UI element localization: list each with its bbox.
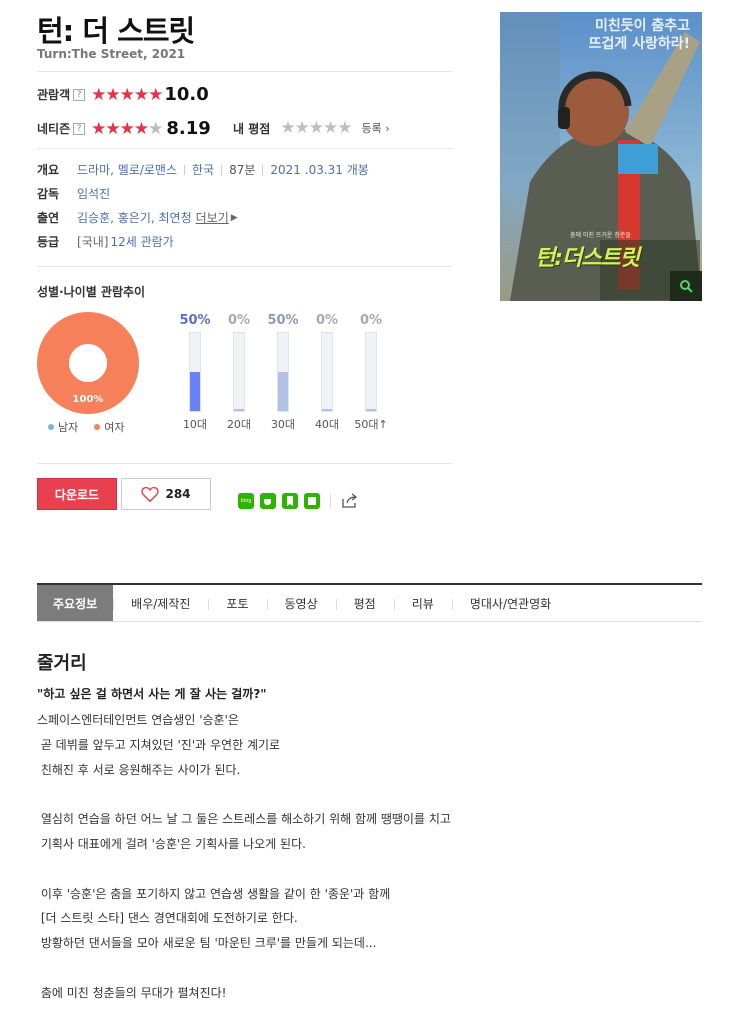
- bookmark-share-icon[interactable]: [282, 493, 298, 509]
- my-rating: 내 평점 ★★★★★ 등록 ›: [233, 118, 390, 138]
- age-percent-label: 0%: [227, 313, 251, 328]
- blog-share-icon[interactable]: blog: [238, 493, 254, 509]
- legend-male: 남자: [48, 419, 78, 435]
- age-column-0: 50% 10대: [175, 313, 215, 432]
- download-button[interactable]: 다운로드: [37, 478, 117, 510]
- gender-legend: 남자 여자: [48, 419, 125, 435]
- grade-row: 등급 [국내] 12세 관람가: [37, 233, 174, 250]
- age-label: 20대: [226, 418, 252, 431]
- audience-score: 10.0: [164, 84, 209, 105]
- caret-right-icon: ▶: [230, 212, 238, 223]
- netizen-rating: 네티즌 ? ★★★★★ 8.19: [37, 118, 211, 139]
- tab-quotes-related[interactable]: 명대사/연관영화: [451, 585, 569, 621]
- age-bar: [189, 332, 201, 412]
- demographics-title: 성별·나이별 관람추이: [37, 285, 146, 299]
- my-rating-stars[interactable]: ★★★★★: [280, 118, 352, 138]
- age-bar-fill: [190, 372, 200, 411]
- audience-stars: ★★★★★: [91, 84, 163, 105]
- cafe-share-icon[interactable]: [260, 493, 276, 509]
- director-link[interactable]: 임석진: [77, 185, 110, 202]
- netizen-stars: ★★★★★: [91, 118, 163, 139]
- my-rating-label: 내 평점: [233, 121, 271, 136]
- director-label: 감독: [37, 187, 60, 201]
- country-link[interactable]: 한국: [192, 161, 214, 178]
- overview-row: 개요 드라마, 멜로/로맨스 한국 87분 2021 .03.31 개봉: [37, 161, 369, 178]
- poster-logo: 턴:더스트릿: [535, 246, 640, 271]
- gender-pie-chart: 100%: [37, 312, 139, 414]
- poster-tagline: 미친듯이 춤추고 뜨겁게 사랑하라!: [588, 18, 690, 52]
- cast-links[interactable]: 김승훈, 홍은기, 최연청: [77, 209, 192, 226]
- grade-prefix: [국내]: [77, 235, 109, 249]
- age-column-3: 0% 40대: [307, 313, 347, 432]
- tab-review[interactable]: 리뷰: [393, 585, 452, 621]
- synopsis-heading: 줄거리: [37, 653, 87, 674]
- overview-label: 개요: [37, 163, 60, 177]
- age-bar: [365, 332, 377, 412]
- netizen-label: 네티즌: [37, 122, 71, 136]
- synopsis-body: 스페이스엔터테인먼트 연습생인 '승훈'은 곧 데뷔를 앞두고 지쳐있던 '진'…: [37, 713, 451, 1000]
- age-column-4: 0% 50대↑: [351, 313, 391, 432]
- synopsis-lead: "하고 싶은 걸 하면서 사는 게 잘 사는 걸까?": [37, 687, 267, 701]
- help-icon[interactable]: ?: [73, 122, 86, 135]
- netizen-score: 8.19: [166, 118, 211, 139]
- share-icon[interactable]: [341, 493, 359, 509]
- audience-label: 관람객: [37, 88, 71, 102]
- cast-more-link[interactable]: 더보기: [196, 209, 229, 226]
- tab-cast-crew[interactable]: 배우/제작진: [113, 585, 208, 621]
- age-bar-fill: [322, 409, 332, 411]
- chevron-right-icon: ›: [385, 122, 390, 135]
- age-bar-chart: 50% 10대 0% 20대 50% 30대 0% 40대 0% 50대↑: [175, 313, 391, 432]
- director-row: 감독 임석진: [37, 185, 110, 202]
- age-bar: [321, 332, 333, 412]
- heart-icon: [141, 486, 160, 502]
- age-label: 10대: [182, 418, 208, 431]
- cast-row: 출연 김승훈, 홍은기, 최연청 더보기 ▶: [37, 209, 238, 226]
- age-label: 50대↑: [354, 418, 388, 431]
- legend-female: 여자: [94, 419, 125, 435]
- register-link[interactable]: 등록 ›: [362, 120, 390, 136]
- age-percent-label: 50%: [267, 313, 299, 328]
- tab-bar: 주요정보 배우/제작진 포토 동영상 평점 리뷰 명대사/연관영화: [37, 583, 702, 622]
- age-bar: [233, 332, 245, 412]
- age-bar-fill: [366, 409, 376, 411]
- release-date[interactable]: 2021 .03.31 개봉: [270, 161, 368, 178]
- memo-share-icon[interactable]: [304, 493, 320, 509]
- age-bar-fill: [234, 409, 244, 411]
- zoom-button[interactable]: [670, 271, 702, 301]
- age-percent-label: 0%: [315, 313, 339, 328]
- age-label: 30대: [270, 418, 296, 431]
- divider: [37, 266, 452, 267]
- tab-rating[interactable]: 평점: [335, 585, 394, 621]
- help-icon[interactable]: ?: [73, 88, 86, 101]
- tab-video[interactable]: 동영상: [266, 585, 336, 621]
- movie-poster[interactable]: 미친듯이 춤추고 뜨겁게 사랑하라! 춤에 미친 뜨거운 청춘들 턴:더스트릿: [500, 12, 702, 301]
- search-icon: [680, 280, 693, 293]
- movie-subtitle: Turn:The Street, 2021: [37, 47, 186, 61]
- pie-center: [69, 344, 107, 382]
- poster-small-text: 춤에 미친 뜨거운 청춘들: [570, 232, 631, 239]
- like-button[interactable]: 284: [121, 478, 211, 510]
- grade-link[interactable]: 12세 관람가: [110, 233, 173, 250]
- genre-link[interactable]: 드라마, 멜로/로맨스: [77, 161, 177, 178]
- tab-main-info[interactable]: 주요정보: [37, 585, 114, 621]
- grade-label: 등급: [37, 235, 60, 249]
- age-percent-label: 50%: [179, 313, 211, 328]
- audience-rating: 관람객 ? ★★★★★ 10.0: [37, 84, 209, 105]
- age-column-2: 50% 30대: [263, 313, 303, 432]
- age-bar-fill: [278, 372, 288, 411]
- divider: [37, 148, 452, 149]
- divider: [37, 463, 452, 464]
- age-label: 40대: [314, 418, 340, 431]
- pie-label: 100%: [73, 394, 104, 405]
- movie-title: 턴: 더 스트릿: [37, 14, 195, 48]
- cast-label: 출연: [37, 211, 60, 225]
- age-bar: [277, 332, 289, 412]
- age-column-1: 0% 20대: [219, 313, 259, 432]
- share-bar: blog: [238, 493, 359, 509]
- age-percent-label: 0%: [359, 313, 383, 328]
- like-count: 284: [165, 487, 191, 501]
- runtime: 87분: [229, 163, 256, 177]
- divider: [37, 71, 452, 72]
- tab-photo[interactable]: 포토: [208, 585, 266, 621]
